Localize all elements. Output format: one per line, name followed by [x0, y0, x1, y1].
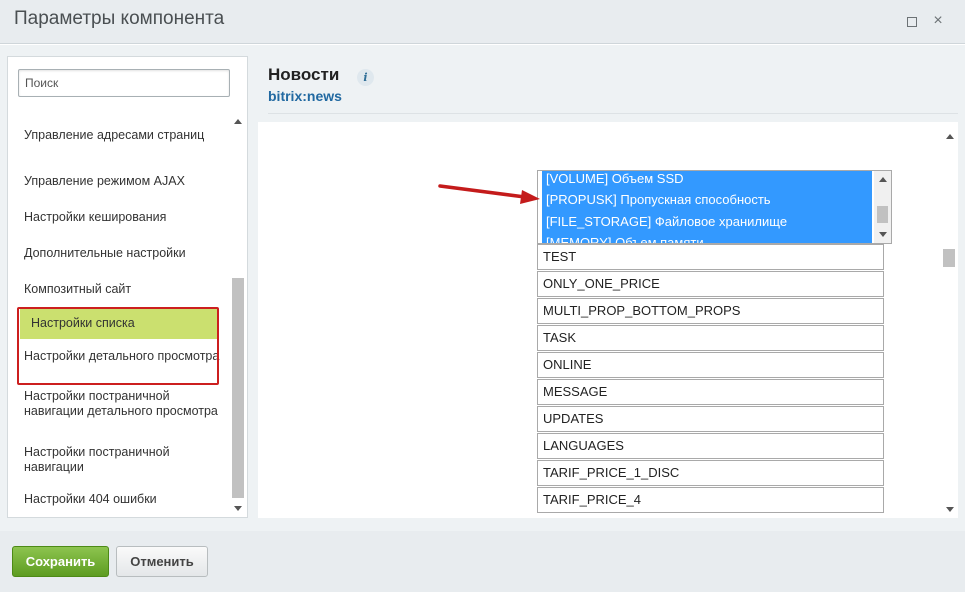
scroll-up-icon[interactable] — [234, 119, 242, 124]
sidebar-item-404[interactable]: Настройки 404 ошибки — [12, 489, 222, 510]
sidebar-item-ajax[interactable]: Управление режимом AJAX — [12, 171, 222, 192]
sidebar-scroll-thumb[interactable] — [232, 278, 244, 498]
main-scroll-thumb[interactable] — [943, 249, 955, 267]
scroll-down-icon[interactable] — [946, 507, 954, 512]
close-icon[interactable]: × — [930, 13, 946, 29]
property-field[interactable]: LANGUAGES — [537, 433, 884, 459]
main-scrollbar[interactable] — [941, 128, 958, 518]
multiselect-option[interactable]: [MEMORY] Объем памяти — [542, 232, 872, 243]
maximize-icon[interactable] — [903, 13, 919, 29]
info-icon[interactable]: i — [357, 69, 374, 86]
sidebar-item-pagination[interactable]: Настройки постраничной навигации — [12, 442, 222, 478]
multiselect-option[interactable]: [FILE_STORAGE] Файловое хранилище — [542, 211, 872, 233]
sidebar-item-composite[interactable]: Композитный сайт — [12, 279, 222, 300]
property-field[interactable]: TASK — [537, 325, 884, 351]
sidebar-item-list-settings[interactable]: Настройки списка — [20, 309, 217, 339]
save-button[interactable]: Сохранить — [12, 546, 109, 577]
property-field[interactable]: TEST — [537, 244, 884, 270]
component-code: bitrix:news — [268, 88, 342, 104]
divider — [268, 113, 958, 114]
property-field[interactable]: MESSAGE — [537, 379, 884, 405]
search-input[interactable] — [18, 69, 230, 97]
property-field[interactable]: MULTI_PROP_BOTTOM_PROPS — [537, 298, 884, 324]
scroll-up-icon[interactable] — [879, 177, 887, 182]
dialog-titlebar: Параметры компонента × — [0, 0, 965, 44]
component-title: Новости — [268, 65, 340, 84]
property-field[interactable]: ONLINE — [537, 352, 884, 378]
properties-multiselect[interactable]: [VOLUME] Объем SSD [PROPUSK] Пропускная … — [537, 170, 892, 244]
sidebar-item-url-management[interactable]: Управление адресами страниц — [12, 125, 222, 146]
scroll-down-icon[interactable] — [234, 506, 242, 511]
sidebar-item-detail-pagination[interactable]: Настройки постраничной навигации детальн… — [12, 386, 222, 422]
multiselect-option[interactable]: [VOLUME] Объем SSD — [542, 171, 872, 190]
property-field[interactable]: UPDATES — [537, 406, 884, 432]
property-field[interactable]: TARIF_PRICE_4 — [537, 487, 884, 513]
property-field[interactable]: ONLY_ONE_PRICE — [537, 271, 884, 297]
sidebar-item-detail-settings[interactable]: Настройки детального просмотра — [12, 346, 222, 367]
cancel-button[interactable]: Отменить — [116, 546, 208, 577]
scroll-up-icon[interactable] — [946, 134, 954, 139]
property-field[interactable]: TARIF_PRICE_1_DISC — [537, 460, 884, 486]
sidebar-item-additional[interactable]: Дополнительные настройки — [12, 243, 222, 264]
multiselect-scroll-thumb[interactable] — [877, 206, 888, 223]
scroll-down-icon[interactable] — [879, 232, 887, 237]
sidebar-item-caching[interactable]: Настройки кеширования — [12, 207, 222, 228]
dialog-title: Параметры компонента — [14, 8, 225, 29]
multiselect-option[interactable]: [PROPUSK] Пропускная способность — [542, 189, 872, 211]
